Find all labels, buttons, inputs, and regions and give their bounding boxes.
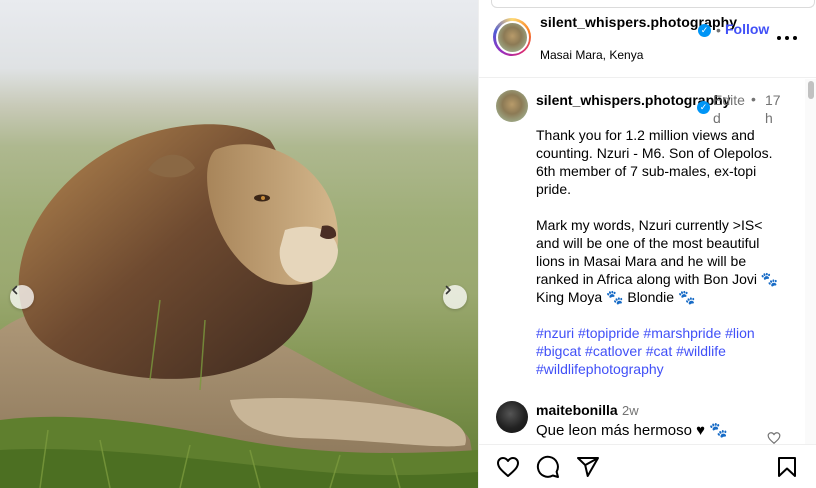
bookmark-icon[interactable] (775, 455, 799, 479)
commenter-username[interactable]: maitebonilla (536, 402, 618, 418)
caption-avatar[interactable] (496, 90, 528, 122)
heart-icon[interactable] (767, 431, 781, 444)
hashtag-link[interactable]: #cat (646, 343, 672, 359)
hashtag-link[interactable]: #wildlife (676, 343, 726, 359)
post-header: silent_whispers.photography ✓ • Follow M… (479, 0, 816, 78)
post-location[interactable]: Masai Mara, Kenya (540, 48, 643, 62)
hashtag-link[interactable]: #lion (725, 325, 755, 341)
scrollbar-thumb[interactable] (808, 81, 814, 99)
hashtag-link[interactable]: #catlover (585, 343, 642, 359)
scrollbar[interactable] (805, 79, 816, 444)
author-username[interactable]: silent_whispers.photography (540, 13, 737, 31)
hashtag-link[interactable]: #topipride (578, 325, 640, 341)
chevron-right-icon (445, 285, 451, 295)
caption-timestamp[interactable]: 17h (765, 91, 781, 127)
hashtag-link[interactable]: #bigcat (536, 343, 581, 359)
previous-photo-button[interactable] (10, 285, 34, 309)
caption-separator: • (751, 91, 756, 107)
commenter-avatar[interactable] (496, 401, 528, 433)
post-actions-bar (479, 444, 816, 488)
verified-badge-icon: ✓ (698, 24, 711, 37)
hashtag-link[interactable]: #wildlifephotography (536, 361, 664, 377)
chevron-left-icon (12, 285, 18, 295)
share-icon[interactable] (576, 455, 600, 479)
follow-button[interactable]: Follow (725, 21, 769, 37)
caption-text: Thank you for 1.2 million views and coun… (536, 127, 779, 305)
comments-scroll-area[interactable]: silent_whispers.photography ✓ Edited • 1… (479, 79, 805, 444)
post-photo (0, 0, 478, 488)
heart-icon[interactable] (496, 455, 520, 479)
comment-text: Que leon más hermoso ♥ 🐾 (536, 422, 728, 439)
hashtag-link[interactable]: #marshpride (643, 325, 721, 341)
post-details-panel: silent_whispers.photography ✓ • Follow M… (478, 0, 816, 488)
lion-photo-illustration (0, 124, 478, 488)
edited-label: Edited (713, 92, 745, 126)
comment-timestamp: 2w (622, 403, 639, 418)
more-options-icon[interactable] (777, 28, 797, 48)
author-avatar[interactable] (493, 18, 531, 56)
verified-badge-icon: ✓ (697, 101, 710, 114)
comment-icon[interactable] (536, 455, 560, 479)
caption-hashtags: #nzuri #topipride #marshpride #lion #big… (536, 324, 786, 378)
author-avatar-image (495, 20, 529, 54)
header-separator: • (716, 22, 721, 38)
caption-username[interactable]: silent_whispers.photography (536, 91, 730, 109)
next-photo-button[interactable] (443, 285, 467, 309)
hashtag-link[interactable]: #nzuri (536, 325, 574, 341)
